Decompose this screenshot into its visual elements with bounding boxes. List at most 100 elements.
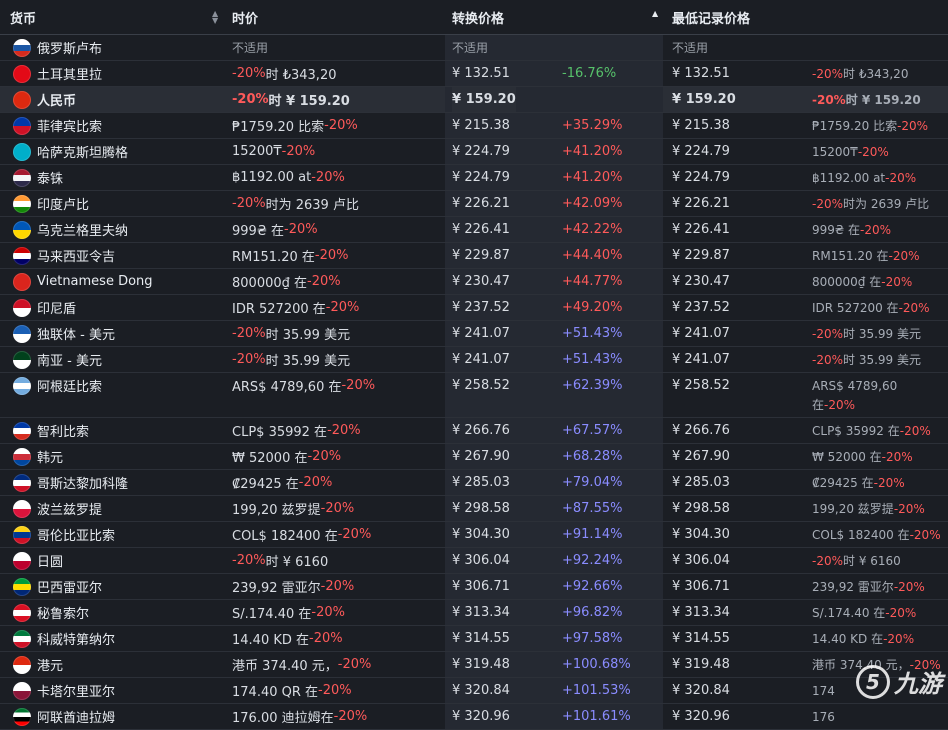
price-text: 174.40 QR 在 (232, 685, 319, 700)
header-lowest-price[interactable]: 最低记录价格 (672, 0, 750, 34)
converted-price: ¥ 237.52 (452, 300, 510, 315)
lowest-local-price: ₱1759.20 比索 -20% (812, 113, 928, 138)
current-price: -20% 时 ¥ 6160 (232, 548, 328, 573)
lowest-local-price: 15200₸ -20% (812, 139, 889, 164)
table-row: 卡塔尔里亚尔 174.40 QR 在 -20% ¥ 320.84 +101.53% ¥ 3… (0, 678, 948, 704)
discount-percent: -20% (883, 631, 915, 646)
price-text: 15200₸ (232, 144, 282, 159)
discount-percent: -20% (857, 144, 889, 159)
price-text: 174 (812, 683, 835, 698)
price-text: ₱1759.20 比索 (812, 119, 898, 133)
currency-name: 哥伦比亚比索 (37, 529, 116, 544)
currency-name: 秘鲁索尔 (37, 607, 90, 622)
flag-cell (12, 373, 32, 398)
table-row: 印尼盾 IDR 527200 在 -20% ¥ 237.52 +49.20% ¥ 237.… (0, 295, 948, 321)
lowest-local-price: S/.174.40 在 -20% (812, 600, 916, 625)
flag-cell (12, 35, 32, 60)
table-row: 南亚 - 美元 -20% 时 35.99 美元 ¥ 241.07 +51.43% ¥ 24… (0, 347, 948, 373)
price-text: 239,92 雷亚尔 (232, 581, 321, 596)
flag-cell (12, 444, 32, 469)
discount-percent: -20% (873, 475, 905, 490)
table-row: 土耳其里拉 -20% 时 ₺343,20 ¥ 132.51 -16.76% ¥ 132.5… (0, 61, 948, 87)
header-currency[interactable]: 货币 (10, 0, 225, 34)
currency-name: 印度卢比 (37, 198, 90, 213)
current-price: ARS$ 4789,60 在 -20% (232, 373, 375, 398)
table-row: 哥伦比亚比索 COL$ 182400 在 -20% ¥ 304.30 +91.14% ¥ … (0, 522, 948, 548)
flag-cell (12, 61, 32, 86)
currency-name: 乌克兰格里夫纳 (37, 224, 129, 239)
table-row: 秘鲁索尔 S/.174.40 在 -20% ¥ 313.34 +96.82% ¥ 313.… (0, 600, 948, 626)
discount-percent: -20% (311, 170, 345, 185)
flag-kuwait-icon (13, 629, 31, 648)
lowest-local-price: -20% 时 35.99 美元 (812, 347, 921, 372)
price-text: CLP$ 35992 在 (812, 424, 900, 438)
discount-percent: -20% (812, 92, 846, 107)
price-text: 时 ₺343,20 (843, 67, 909, 81)
currency-name: 哈萨克斯坦腾格 (37, 146, 129, 161)
discount-percent: -20% (298, 475, 333, 490)
discount-percent: -20% (307, 274, 341, 289)
current-price: CLP$ 35992 在 -20% (232, 418, 361, 443)
currency-name: 泰铢 (37, 172, 64, 187)
price-text: 239,92 雷亚尔 (812, 580, 894, 594)
flag-turkey-icon (13, 64, 31, 83)
flag-cell (12, 217, 32, 242)
price-text: 时 ¥ 6160 (843, 554, 901, 568)
lowest-local-price: RM151.20 在 -20% (812, 243, 920, 268)
currency-name: 韩元 (37, 451, 64, 466)
lowest-converted-price: ¥ 224.79 (672, 144, 730, 159)
table-row: 哥斯达黎加科隆 ₡29425 在 -20% ¥ 285.03 +79.04% ¥ 285.… (0, 470, 948, 496)
lowest-local-price: 176 (812, 704, 835, 729)
lowest-local-price: COL$ 182400 在 -20% (812, 522, 941, 547)
current-price: 199,20 兹罗提 -20% (232, 496, 354, 521)
price-text: 时 35.99 美元 (843, 353, 921, 367)
table-row: 韩元 ₩ 52000 在 -20% ¥ 267.90 +68.28% ¥ 267.90 ₩ … (0, 444, 948, 470)
lowest-local-price: CLP$ 35992 在 -20% (812, 418, 931, 443)
currency-name: 科威特第纳尔 (37, 633, 116, 648)
converted-price: ¥ 319.48 (452, 657, 510, 672)
lowest-local-price: -20% 时 ¥ 159.20 (812, 87, 921, 112)
lowest-converted-price: ¥ 241.07 (672, 326, 730, 341)
price-text: COL$ 182400 在 (812, 528, 910, 542)
price-difference-percent: +101.53% (562, 683, 631, 698)
lowest-converted-price: ¥ 285.03 (672, 475, 730, 490)
converted-price: ¥ 229.87 (452, 248, 510, 263)
discount-percent: -20% (232, 196, 266, 211)
table-row: 科威特第纳尔 14.40 KD 在 -20% ¥ 314.55 +97.58% ¥ 314… (0, 626, 948, 652)
current-price: ₩ 52000 在 -20% (232, 444, 341, 469)
header-converted-price[interactable]: 转换价格 (452, 0, 504, 34)
price-text: 港币 374.40 元， (232, 659, 338, 674)
currency-name: 日圆 (37, 555, 64, 570)
lowest-local-price: -20% 时 35.99 美元 (812, 321, 921, 346)
currency-name: 俄罗斯卢布 (37, 42, 103, 57)
table-row: 印度卢比 -20% 时为 2639 卢比 ¥ 226.21 +42.09% ¥ 226.2… (0, 191, 948, 217)
flag-cell (12, 347, 32, 372)
flag-korea-icon (13, 447, 31, 466)
discount-percent: -20% (232, 553, 266, 568)
flag-cell (12, 87, 32, 112)
table-row: 人民币 -20% 时 ¥ 159.20 ¥ 159.20 ¥ 159.20 -20% 时 ¥… (0, 87, 948, 113)
flag-vietnam-icon (13, 272, 31, 291)
lowest-converted-price: ¥ 306.04 (672, 553, 730, 568)
discount-percent: -20% (232, 66, 266, 81)
lowest-converted-price: ¥ 258.52 (672, 378, 730, 393)
discount-percent: -20% (309, 631, 343, 646)
price-difference-percent: +100.68% (562, 657, 631, 672)
discount-percent: -20% (812, 196, 844, 211)
header-price[interactable]: 时价 (232, 0, 258, 34)
flag-ukraine-icon (13, 220, 31, 239)
current-price: 999₴ 在 -20% (232, 217, 318, 242)
discount-percent: -20% (314, 248, 349, 263)
converted-price: ¥ 258.52 (452, 378, 510, 393)
site-watermark-logo: 5 九游 (856, 664, 942, 699)
flag-thailand-icon (13, 168, 31, 187)
price-difference-percent: +62.39% (562, 378, 623, 393)
price-text: 时 35.99 美元 (843, 327, 921, 341)
current-price: 239,92 雷亚尔 -20% (232, 574, 354, 599)
sort-ascending-icon[interactable]: ▲ (652, 10, 658, 18)
flag-costa-rica-icon (13, 473, 31, 492)
discount-percent: -20% (812, 66, 844, 81)
sort-icon[interactable]: ▲ ▼ (212, 10, 218, 25)
current-price: -20% 时 35.99 美元 (232, 347, 350, 372)
currency-name: 马来西亚令吉 (37, 250, 116, 265)
